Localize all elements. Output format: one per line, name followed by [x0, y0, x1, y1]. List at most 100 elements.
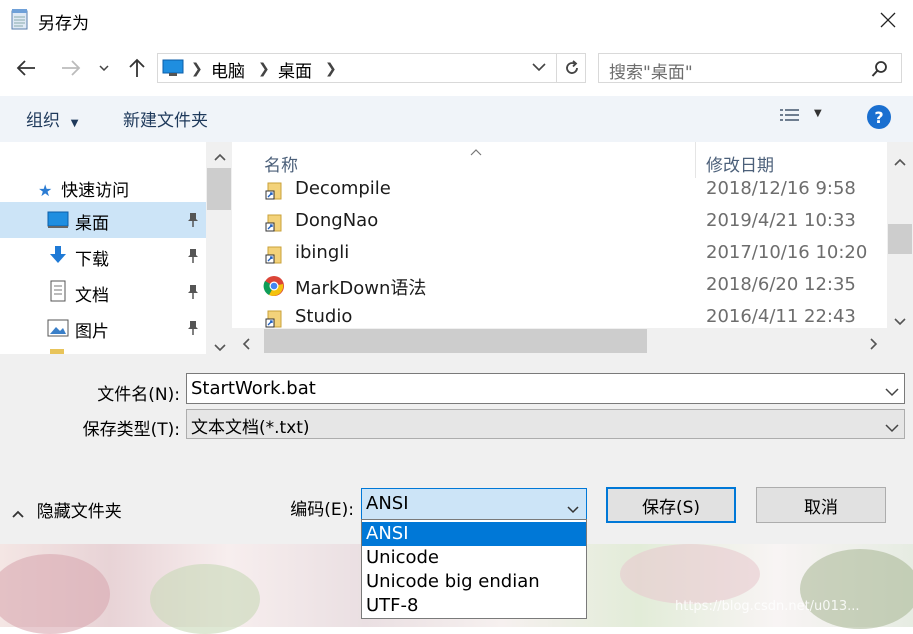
- refresh-icon: [566, 60, 578, 74]
- list-horizontal-scrollbar[interactable]: [232, 328, 887, 354]
- scroll-corner: [887, 328, 913, 354]
- file-row[interactable]: MarkDown语法 2018/6/20 12:35: [262, 270, 887, 302]
- search-field[interactable]: 搜索"桌面": [598, 53, 902, 83]
- arrow-right-icon: [62, 60, 81, 76]
- file-name: DongNao: [295, 210, 379, 231]
- column-header-name[interactable]: 名称: [264, 151, 298, 176]
- navigation-pane: ★ 快速访问 桌面 下载 文档 图片: [0, 142, 232, 354]
- wallpaper-leaf: [800, 549, 913, 629]
- scroll-thumb[interactable]: [264, 329, 647, 353]
- file-list: 名称 修改日期 Decompile 2018/12/16 9:58 DongNa…: [232, 142, 913, 354]
- watermark-text: https://blog.csdn.net/u013...: [675, 599, 860, 614]
- file-row[interactable]: ibingli 2017/10/16 10:20: [262, 238, 887, 270]
- encoding-option[interactable]: Unicode big endian: [362, 570, 586, 594]
- scroll-thumb[interactable]: [888, 224, 912, 254]
- desktop-icon: [47, 211, 69, 233]
- filename-input[interactable]: StartWork.bat: [191, 378, 316, 399]
- nav-item-documents[interactable]: 文档: [0, 274, 206, 310]
- pin-icon: [186, 248, 200, 264]
- column-header-date[interactable]: 修改日期: [706, 151, 774, 176]
- organize-button[interactable]: 组织 ▼: [26, 106, 78, 131]
- column-divider[interactable]: [695, 142, 696, 178]
- file-date: 2016/4/11 22:43: [706, 306, 856, 327]
- nav-item-label: 下载: [75, 250, 109, 270]
- address-dropdown-button[interactable]: [532, 60, 546, 78]
- filetype-label: 保存类型(T):: [82, 420, 180, 440]
- encoding-value: ANSI: [366, 493, 409, 514]
- chevron-down-icon: [99, 65, 109, 71]
- wallpaper-flower: [620, 544, 760, 604]
- nav-item-desktop[interactable]: 桌面: [0, 202, 206, 238]
- help-icon[interactable]: ?: [867, 105, 891, 129]
- search-input[interactable]: 搜索"桌面": [609, 58, 693, 83]
- scroll-right-icon[interactable]: [870, 336, 878, 354]
- file-date: 2019/4/21 10:33: [706, 210, 856, 231]
- file-row[interactable]: DongNao 2019/4/21 10:33: [262, 206, 887, 238]
- picture-icon: [47, 319, 69, 341]
- encoding-option[interactable]: UTF-8: [362, 594, 586, 618]
- arrow-up-icon: [129, 58, 145, 77]
- breadcrumb-separator-icon: ❯: [258, 61, 270, 77]
- pin-icon: [186, 284, 200, 300]
- chevron-down-icon[interactable]: [885, 383, 899, 401]
- nav-item-downloads[interactable]: 下载: [0, 238, 206, 274]
- encoding-select[interactable]: ANSI: [361, 488, 587, 520]
- breadcrumb-computer[interactable]: 电脑: [211, 57, 245, 82]
- scroll-up-icon[interactable]: [214, 150, 226, 164]
- view-options-button[interactable]: [779, 107, 801, 129]
- quick-access-label: 快速访问: [61, 181, 130, 201]
- cancel-button[interactable]: 取消: [756, 487, 886, 523]
- refresh-button[interactable]: [556, 54, 587, 82]
- list-vertical-scrollbar[interactable]: [887, 142, 913, 328]
- chevron-up-icon: [12, 510, 24, 518]
- file-name: MarkDown语法: [295, 278, 427, 299]
- file-date: 2018/6/20 12:35: [706, 274, 856, 295]
- filetype-select[interactable]: 文本文档(*.txt): [186, 409, 905, 439]
- nav-item-label: 文档: [75, 286, 109, 306]
- encoding-dropdown-list: ANSI Unicode Unicode big endian UTF-8: [361, 519, 587, 619]
- encoding-option[interactable]: Unicode: [362, 546, 586, 570]
- nav-item-label: 桌面: [75, 214, 109, 234]
- up-button[interactable]: [122, 53, 152, 83]
- breadcrumb-desktop[interactable]: 桌面: [278, 57, 312, 82]
- caret-down-icon: ▼: [70, 118, 79, 129]
- chrome-icon: [263, 275, 285, 301]
- nav-item-pictures[interactable]: 图片: [0, 310, 206, 346]
- file-row[interactable]: Decompile 2018/12/16 9:58: [262, 174, 887, 206]
- encoding-option[interactable]: ANSI: [362, 522, 586, 546]
- folder-shortcut-icon: [265, 214, 283, 236]
- download-icon: [49, 245, 67, 269]
- details-view-icon: [780, 109, 799, 121]
- document-icon: [50, 280, 66, 306]
- chevron-down-icon: [567, 500, 579, 518]
- hide-folders-button[interactable]: 隐藏文件夹: [12, 498, 122, 523]
- nav-item-label: 图片: [75, 322, 109, 342]
- scroll-up-icon[interactable]: [894, 152, 906, 170]
- file-name: Studio: [295, 306, 353, 327]
- encoding-label: 编码(E):: [290, 500, 354, 520]
- save-button[interactable]: 保存(S): [606, 487, 736, 523]
- wallpaper-flower: [0, 554, 110, 634]
- quick-access-item[interactable]: ★ 快速访问: [38, 176, 129, 201]
- filename-field[interactable]: StartWork.bat: [186, 373, 905, 404]
- file-name: Decompile: [295, 178, 391, 199]
- star-icon: ★: [38, 181, 53, 200]
- view-dropdown-icon[interactable]: ▼: [814, 108, 822, 119]
- scroll-thumb[interactable]: [207, 168, 231, 210]
- sort-ascending-icon: [470, 142, 482, 160]
- address-bar[interactable]: ❯ 电脑 ❯ 桌面 ❯: [157, 53, 586, 83]
- new-folder-button[interactable]: 新建文件夹: [123, 106, 208, 131]
- hide-folders-label: 隐藏文件夹: [36, 502, 122, 522]
- file-date: 2017/10/16 10:20: [706, 242, 868, 263]
- organize-label: 组织: [26, 111, 60, 131]
- scroll-left-icon[interactable]: [242, 336, 250, 354]
- forward-button[interactable]: [56, 53, 86, 83]
- save-options-panel: 文件名(N): StartWork.bat 保存类型(T): 文本文档(*.tx…: [0, 354, 913, 544]
- nav-scrollbar[interactable]: [206, 142, 232, 354]
- back-button[interactable]: [11, 53, 41, 83]
- folder-shortcut-icon: [265, 246, 283, 268]
- recent-locations-button[interactable]: [92, 53, 116, 83]
- file-name: ibingli: [295, 242, 350, 263]
- chevron-down-icon: [532, 63, 546, 72]
- close-button[interactable]: [868, 4, 908, 36]
